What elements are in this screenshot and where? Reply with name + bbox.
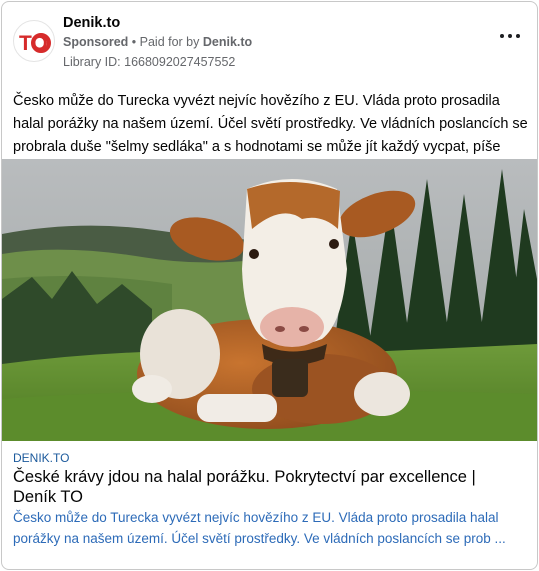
library-id: Library ID: 1668092027457552 — [63, 55, 236, 69]
link-domain: DENIK.TO — [13, 451, 70, 465]
denik-logo-icon: TO — [19, 32, 51, 55]
ad-card: TO Denik.to Sponsored • Paid for by Deni… — [1, 1, 538, 570]
ad-header: TO Denik.to Sponsored • Paid for by Deni… — [2, 2, 537, 82]
meta-separator: • — [128, 35, 140, 49]
ad-image[interactable] — [2, 159, 537, 441]
link-preview[interactable]: DENIK.TO České krávy jdou na halal poráž… — [2, 442, 537, 569]
paid-for-by-label: Paid for by — [139, 35, 203, 49]
sponsored-label: Sponsored — [63, 35, 129, 49]
page-name[interactable]: Denik.to — [63, 15, 120, 31]
more-options-icon[interactable] — [499, 28, 521, 44]
link-description: Česko může do Turecka vyvézt nejvíc hově… — [13, 510, 506, 546]
link-title[interactable]: České krávy jdou na halal porážku. Pokry… — [13, 467, 518, 507]
sponsored-line: Sponsored • Paid for by Denik.to — [63, 35, 252, 49]
page-avatar[interactable]: TO — [13, 20, 55, 62]
cow-in-meadow-image — [2, 159, 537, 441]
paid-for-by-name[interactable]: Denik.to — [203, 35, 252, 49]
